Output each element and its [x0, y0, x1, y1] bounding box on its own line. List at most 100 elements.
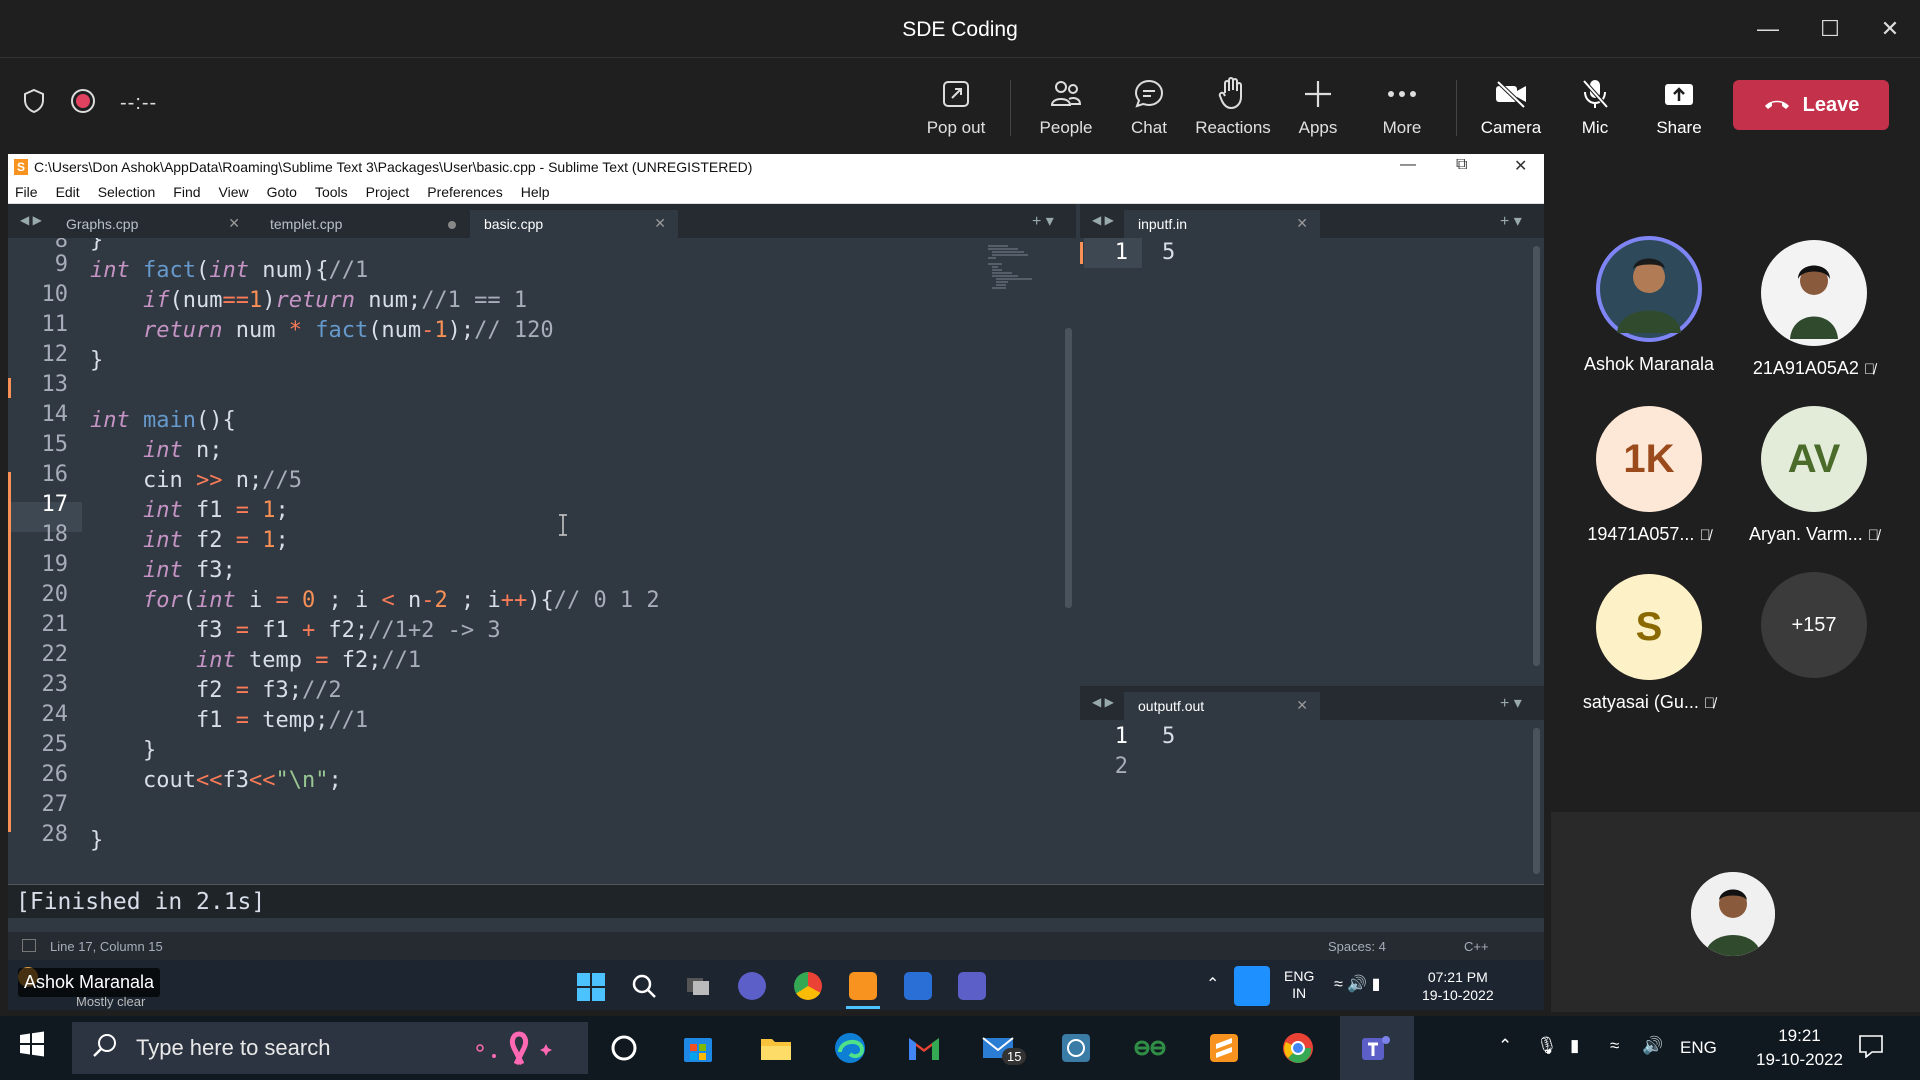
sublime-restore-button[interactable]: ⧉	[1456, 156, 1467, 174]
reactions-button[interactable]: Reactions	[1193, 74, 1273, 138]
teams-icon[interactable]	[1358, 1030, 1394, 1066]
input-scrollbar[interactable]	[1533, 246, 1540, 666]
chrome-icon[interactable]	[1280, 1030, 1316, 1066]
sublime-close-button[interactable]: ✕	[1514, 156, 1527, 176]
search-icon[interactable]	[630, 972, 658, 1000]
clock[interactable]: 19:21 19-10-2022	[1756, 1024, 1843, 1072]
tab-scroll-arrows-icon[interactable]: ◀ ▶	[1092, 695, 1114, 709]
tab-close-icon[interactable]: ✕	[228, 215, 240, 232]
participant-tile[interactable]: S satyasai (Gu... 🎙̸	[1569, 574, 1729, 713]
edge-icon[interactable]	[832, 1030, 868, 1066]
sublime-minimize-button[interactable]: —	[1400, 156, 1416, 174]
language-indicator[interactable]: ENG	[1284, 968, 1314, 985]
whiteboard-icon[interactable]	[904, 972, 932, 1000]
output-file-pane[interactable]: 1 5 2	[1080, 720, 1544, 878]
mail-icon[interactable]: 15	[980, 1030, 1027, 1066]
menu-preferences[interactable]: Preferences	[427, 184, 502, 200]
self-view-video[interactable]	[1551, 812, 1920, 1012]
tab-scroll-arrows-icon[interactable]: ◀ ▶	[1092, 213, 1114, 227]
menu-tools[interactable]: Tools	[315, 184, 348, 200]
input-tab-bar: ◀ ▶ inputf.in ✕ + ▾	[1080, 204, 1544, 238]
new-tab-icon[interactable]: + ▾	[1032, 211, 1054, 231]
share-button[interactable]: Share	[1639, 74, 1719, 138]
sublime-text-icon[interactable]	[849, 972, 877, 1000]
mic-button[interactable]: Mic	[1555, 74, 1635, 138]
teams-icon[interactable]	[958, 972, 986, 1000]
participant-name: 21A91A05A2	[1752, 358, 1859, 378]
cortana-icon[interactable]	[606, 1030, 642, 1066]
task-view-icon[interactable]	[684, 972, 712, 1000]
apps-button[interactable]: Apps	[1278, 74, 1358, 138]
people-button[interactable]: People	[1026, 74, 1106, 138]
leave-button[interactable]: Leave	[1733, 80, 1889, 130]
menu-file[interactable]: File	[15, 184, 38, 200]
wifi-icon[interactable]: ≈	[1610, 1036, 1619, 1056]
participant-name-row: Aryan. Varm... 🎙̸	[1734, 524, 1894, 545]
new-tab-icon[interactable]: + ▾	[1500, 693, 1522, 713]
participant-tile[interactable]: Ashok Maranala	[1569, 236, 1729, 375]
menu-selection[interactable]: Selection	[98, 184, 156, 200]
language-indicator[interactable]: ENG	[1680, 1038, 1717, 1058]
windows-start-icon[interactable]	[576, 972, 606, 1001]
shield-icon[interactable]	[22, 88, 46, 119]
line-number: 20	[41, 582, 69, 607]
code-line: }	[90, 348, 104, 373]
sublime-text-icon[interactable]	[1206, 1030, 1242, 1066]
minimap[interactable]	[988, 242, 1048, 302]
tab-graphs-cpp[interactable]: Graphs.cpp ✕	[52, 210, 252, 238]
tab-scroll-arrows-icon[interactable]: ◀ ▶	[20, 213, 42, 227]
participant-tile[interactable]: 21A91A05A2 🎙̸	[1734, 240, 1894, 379]
new-tab-icon[interactable]: + ▾	[1500, 211, 1522, 231]
indentation-setting[interactable]: Spaces: 4	[1328, 939, 1386, 954]
share-icon	[1639, 74, 1719, 114]
tab-outputf-out[interactable]: outputf.out ✕	[1124, 692, 1320, 720]
close-button[interactable]: ✕	[1870, 12, 1910, 46]
panel-toggle-icon[interactable]	[22, 939, 36, 952]
menu-help[interactable]: Help	[521, 184, 550, 200]
teams-chat-icon[interactable]	[738, 972, 766, 1000]
geeksforgeeks-icon[interactable]	[1132, 1030, 1168, 1066]
build-output-panel[interactable]: [Finished in 2.1s]	[8, 884, 1544, 918]
wifi-volume-battery-icon[interactable]: ≈ 🔊 ▮	[1334, 974, 1380, 994]
tab-basic-cpp[interactable]: basic.cpp ✕	[470, 210, 678, 238]
tab-close-icon[interactable]: ✕	[654, 215, 666, 232]
menu-view[interactable]: View	[219, 184, 249, 200]
tab-close-icon[interactable]: ✕	[1296, 697, 1308, 714]
chrome-icon[interactable]	[794, 972, 822, 1000]
output-scrollbar[interactable]	[1533, 728, 1540, 874]
maximize-button[interactable]: ☐	[1810, 12, 1850, 46]
volume-icon[interactable]: 🔊	[1642, 1036, 1663, 1056]
input-file-pane[interactable]: 1 5	[1080, 238, 1544, 672]
menu-project[interactable]: Project	[366, 184, 410, 200]
microphone-icon[interactable]: 🎙	[1536, 1036, 1558, 1056]
menu-edit[interactable]: Edit	[56, 184, 80, 200]
microsoft-store-icon[interactable]	[680, 1030, 716, 1066]
app-icon[interactable]	[1058, 1030, 1094, 1066]
file-explorer-icon[interactable]	[758, 1030, 794, 1066]
minimize-button[interactable]: —	[1748, 12, 1788, 46]
menu-goto[interactable]: Goto	[267, 184, 297, 200]
camera-button[interactable]: Camera	[1471, 74, 1551, 138]
battery-icon[interactable]: ▮	[1570, 1036, 1579, 1056]
tab-templet-cpp[interactable]: templet.cpp	[256, 210, 470, 238]
pop-out-button[interactable]: Pop out	[916, 74, 996, 138]
more-button[interactable]: More	[1362, 74, 1442, 138]
microphone-icon[interactable]	[1234, 966, 1270, 1006]
participant-tile[interactable]: 1K 19471A057... 🎙̸	[1569, 406, 1729, 545]
windows-search-box[interactable]: Type here to search	[72, 1022, 588, 1074]
notifications-icon[interactable]	[1858, 1034, 1884, 1063]
participant-tile[interactable]: AV Aryan. Varm... 🎙̸	[1734, 406, 1894, 545]
tray-chevron-icon[interactable]: ⌃	[1498, 1036, 1512, 1056]
code-editor[interactable]: 8 9 10 11 12 13 14 15 16 17 18 19 20 21 …	[8, 238, 1076, 878]
tab-inputf-in[interactable]: inputf.in ✕	[1124, 210, 1320, 238]
gmail-icon[interactable]	[906, 1030, 942, 1066]
windows-start-icon[interactable]	[18, 1030, 54, 1066]
more-participants-button[interactable]: +157	[1734, 572, 1894, 678]
editor-scrollbar[interactable]	[1065, 328, 1072, 608]
participant-name: 19471A057...	[1587, 524, 1695, 544]
chat-button[interactable]: Chat	[1109, 74, 1189, 138]
tray-chevron-icon[interactable]: ⌃	[1206, 974, 1219, 994]
menu-find[interactable]: Find	[173, 184, 200, 200]
syntax-setting[interactable]: C++	[1464, 939, 1489, 954]
tab-close-icon[interactable]: ✕	[1296, 215, 1308, 232]
